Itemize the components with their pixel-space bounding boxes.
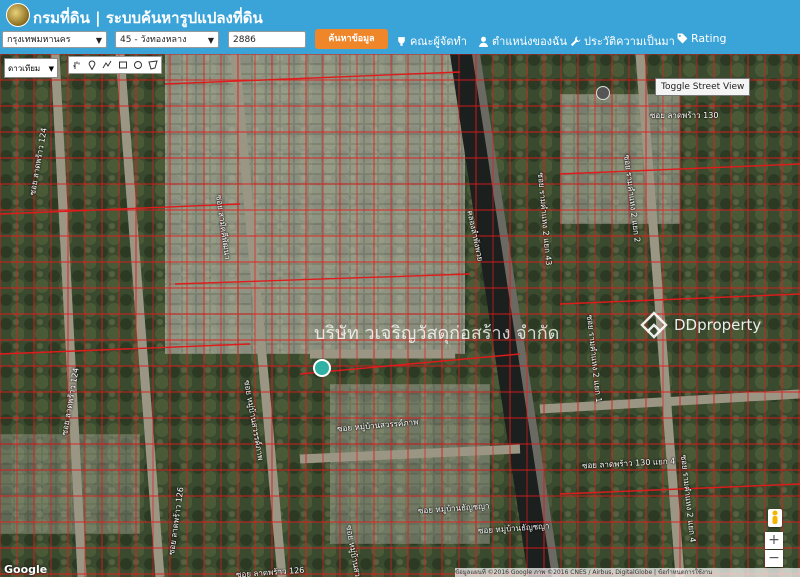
user-icon bbox=[479, 36, 488, 47]
pegman-icon[interactable] bbox=[768, 509, 782, 527]
poi-marker-icon[interactable] bbox=[596, 86, 610, 100]
zoom-in-button[interactable]: + bbox=[765, 532, 783, 549]
map-type-value: ดาวเทียม bbox=[8, 64, 41, 73]
nav-rating-label: Rating bbox=[691, 32, 727, 45]
site-title: กรมที่ดิน | ระบบค้นหารูปแปลงที่ดิน bbox=[33, 9, 263, 27]
ddproperty-text: DDproperty bbox=[674, 316, 762, 334]
search-button[interactable]: ค้นหาข้อมูล bbox=[315, 29, 388, 49]
ddproperty-watermark: DDproperty bbox=[640, 311, 761, 339]
wrench-icon bbox=[570, 36, 581, 46]
location-pin-icon[interactable] bbox=[313, 359, 331, 377]
nav-history[interactable]: ประวัติความเป็นมา bbox=[570, 32, 675, 50]
toggle-street-view-button[interactable]: Toggle Street View bbox=[655, 78, 751, 96]
nav-rating[interactable]: Rating bbox=[677, 32, 726, 45]
district-select[interactable]: 45 - วังทองหลาง ▼ bbox=[115, 31, 219, 48]
chevron-down-icon: ▼ bbox=[95, 36, 102, 45]
google-logo: Google bbox=[4, 563, 48, 576]
road-label: ซอย ลาดพร้าว 130 bbox=[650, 111, 719, 120]
nav-my-location-label: ตำแหน่งของฉัน bbox=[492, 35, 568, 48]
nav-history-label: ประวัติความเป็นมา bbox=[584, 35, 675, 48]
hand-icon bbox=[72, 61, 80, 69]
district-select-value: 45 - วังทองหลาง bbox=[120, 35, 187, 45]
marker-icon bbox=[88, 60, 96, 70]
ddproperty-logo-icon bbox=[640, 311, 668, 339]
chevron-down-icon: ▼ bbox=[48, 65, 54, 73]
rectangle-icon bbox=[118, 61, 127, 69]
marker-tool[interactable] bbox=[87, 60, 97, 70]
map-attribution: ข้อมูลแผนที่ ©2016 Google ภาพ ©2016 CNES… bbox=[455, 568, 800, 577]
drawing-toolbar bbox=[68, 56, 162, 74]
parcel-number-input[interactable]: 2886 bbox=[228, 31, 306, 48]
polygon-tool[interactable] bbox=[148, 60, 158, 70]
polyline-icon bbox=[102, 60, 112, 69]
zoom-out-button[interactable]: − bbox=[765, 550, 783, 567]
trophy-icon bbox=[398, 36, 405, 46]
tag-icon bbox=[677, 33, 688, 44]
polyline-tool[interactable] bbox=[102, 60, 112, 70]
map-type-select[interactable]: ดาวเทียม ▼ bbox=[4, 58, 58, 78]
circle-tool[interactable] bbox=[133, 60, 143, 70]
hand-pan-tool[interactable] bbox=[72, 60, 82, 70]
company-watermark: บริษัท วเจริญวัสดุก่อสร้าง จำกัด bbox=[314, 323, 560, 344]
department-seal-logo bbox=[6, 3, 30, 27]
nav-my-location[interactable]: ตำแหน่งของฉัน bbox=[478, 32, 567, 50]
polygon-icon bbox=[148, 60, 158, 70]
circle-icon bbox=[133, 61, 142, 69]
rectangle-tool[interactable] bbox=[118, 60, 128, 70]
province-select[interactable]: กรุงเทพมหานคร ▼ bbox=[2, 31, 107, 48]
province-select-value: กรุงเทพมหานคร bbox=[7, 35, 71, 45]
nav-committee[interactable]: คณะผู้จัดทำ bbox=[396, 32, 467, 50]
chevron-down-icon: ▼ bbox=[207, 36, 214, 45]
nav-committee-label: คณะผู้จัดทำ bbox=[410, 35, 467, 48]
top-bar: กรมที่ดิน | ระบบค้นหารูปแปลงที่ดิน กรุงเ… bbox=[0, 0, 800, 54]
